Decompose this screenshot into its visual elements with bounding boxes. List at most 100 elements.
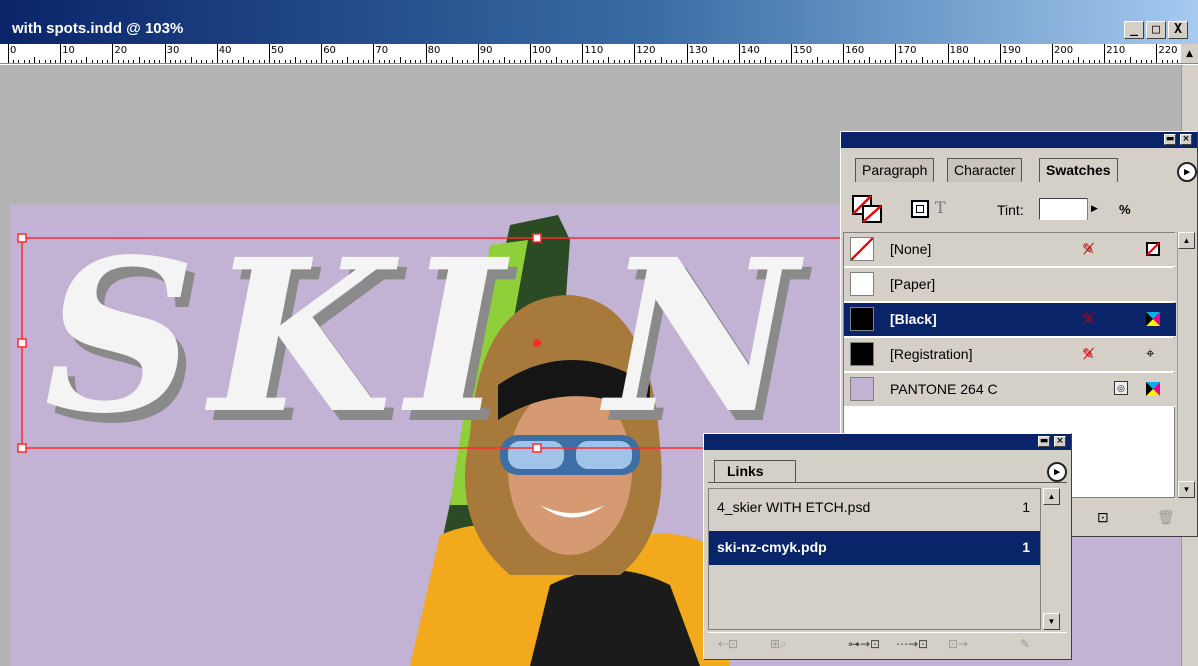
horizontal-ruler[interactable]: 0 10 20 30 40 50 60 70 80 90 100 110 120 130 140 150 160… (0, 44, 1198, 64)
ruler-tick (117, 60, 119, 63)
ruler-tick (848, 60, 850, 63)
ruler-tick (258, 60, 260, 63)
tint-stepper-arrow-icon[interactable]: ▶ (1087, 198, 1101, 220)
link-name: 4_skier WITH ETCH.psd (717, 499, 871, 515)
close-button[interactable]: X (1168, 21, 1188, 39)
ruler-tick (201, 60, 203, 63)
document-title-bar[interactable]: with spots.indd @ 103% _ □ X (0, 0, 1198, 44)
ruler-tick (853, 60, 855, 63)
ruler-tick (446, 60, 448, 63)
ruler-tick (811, 60, 813, 63)
swatch-row-registration[interactable]: [Registration] ✎̸ ⌖ (844, 338, 1176, 372)
go-to-link-icon[interactable]: ⊞⌕ (770, 637, 787, 652)
pencil-icon[interactable]: ✎ (1020, 637, 1030, 651)
maximize-button[interactable]: □ (1146, 21, 1166, 39)
link-row[interactable]: 4_skier WITH ETCH.psd 1 (709, 491, 1040, 525)
links-menu-icon[interactable]: ▸ (1047, 462, 1067, 482)
tab-swatches[interactable]: Swatches (1039, 158, 1118, 182)
ruler-tick (289, 60, 291, 63)
trash-icon[interactable]: 🗑 (1157, 509, 1175, 526)
ruler-tick (1156, 44, 1158, 63)
ruler-tick (1072, 60, 1074, 63)
ruler-tick (54, 60, 56, 63)
paper-swatch-chip (850, 272, 874, 296)
swatch-row-black[interactable]: [Black] ✎̸ (844, 303, 1176, 337)
scroll-up-arrow-icon[interactable]: ▲ (1043, 488, 1060, 505)
ruler-tick (18, 60, 20, 63)
edit-original-icon[interactable]: ⋯→⊡ (896, 637, 928, 651)
ruler-tick (248, 60, 250, 63)
palette-close-button[interactable]: × (1180, 134, 1192, 145)
fill-stroke-icon[interactable] (851, 194, 883, 224)
scroll-down-arrow-icon[interactable]: ▼ (1178, 481, 1195, 498)
tab-character[interactable]: Character (947, 158, 1023, 182)
ruler-tick (613, 60, 615, 63)
swatch-row-pantone[interactable]: PANTONE 264 C ◎ (844, 373, 1176, 407)
links-list-scrollbar[interactable]: ▲ ▼ (1043, 488, 1061, 630)
ruler-tick (587, 60, 589, 63)
ruler-tick (509, 60, 511, 63)
scroll-down-arrow-icon[interactable]: ▼ (1043, 613, 1060, 630)
ruler-tick (1114, 60, 1116, 63)
no-edit-icon: ✎̸ (1082, 311, 1095, 328)
ruler-tick (931, 60, 933, 63)
ruler-tick (107, 60, 109, 63)
links-palette-title-bar[interactable]: ▬ × (704, 434, 1071, 450)
swatch-row-paper[interactable]: [Paper] (844, 268, 1176, 302)
swatch-list-scrollbar[interactable]: ▲ ▼ (1177, 232, 1195, 498)
container-icon[interactable] (911, 200, 929, 218)
update-link-icon[interactable]: ⊶→⊡ (848, 637, 880, 651)
cmyk-icon (1146, 312, 1160, 326)
ruler-tick (112, 44, 114, 63)
ruler-tick (295, 57, 297, 63)
tab-paragraph[interactable]: Paragraph (855, 158, 935, 182)
swatch-name: [Paper] (890, 276, 936, 292)
new-swatch-icon[interactable]: ⊡ (1097, 509, 1109, 526)
ruler-tick (994, 60, 996, 63)
ruler-tick (342, 60, 344, 63)
ruler-tick (269, 44, 270, 63)
ruler-tick (911, 60, 913, 63)
ruler-tick (968, 60, 970, 63)
ruler-tick (989, 60, 991, 63)
ruler-tick (300, 60, 302, 63)
ruler-tick (733, 60, 735, 63)
ruler-tick (128, 60, 130, 63)
ruler-tick (1104, 44, 1106, 63)
ruler-tick (1036, 60, 1038, 63)
ruler-tick (754, 60, 756, 63)
ruler-tick (629, 60, 631, 63)
ruler-tick (331, 60, 333, 63)
embed-link-icon[interactable]: ⊡→ (948, 637, 968, 651)
ruler-tick (1020, 60, 1022, 63)
ruler-label: 90 (479, 45, 493, 56)
ruler-tick (639, 60, 641, 63)
ruler-tick (843, 44, 845, 63)
ruler-tick (222, 60, 224, 63)
ruler-tick (8, 44, 9, 63)
ruler-tick (744, 60, 746, 63)
link-row[interactable]: ski-nz-cmyk.pdp 1 (709, 531, 1040, 565)
ruler-tick (503, 57, 505, 63)
swatches-menu-icon[interactable]: ▸ (1177, 162, 1197, 182)
tab-links[interactable]: Links (714, 460, 796, 482)
scroll-up-arrow-icon[interactable]: ▲ (1181, 44, 1198, 63)
ruler-tick (921, 57, 923, 63)
text-icon[interactable]: T (935, 198, 946, 217)
ruler-tick (75, 60, 77, 63)
ruler-tick (1078, 57, 1080, 63)
palette-minimize-button[interactable]: ▬ (1038, 436, 1050, 447)
palette-minimize-button[interactable]: ▬ (1164, 134, 1176, 145)
relink-icon[interactable]: ⇠⊡ (718, 637, 738, 651)
scroll-up-arrow-icon[interactable]: ▲ (1178, 232, 1195, 249)
ruler-tick (999, 44, 1001, 63)
swatch-row-none[interactable]: [None] ✎̸ (844, 233, 1176, 267)
ruler-label: 80 (427, 45, 441, 56)
ruler-tick (477, 44, 479, 63)
swatches-palette-title-bar[interactable]: ▬ × (841, 132, 1197, 148)
palette-close-button[interactable]: × (1054, 436, 1066, 447)
ruler-tick (676, 60, 678, 63)
ruler-tick (321, 44, 323, 63)
minimize-button[interactable]: _ (1124, 21, 1144, 39)
ruler-tick (347, 57, 349, 63)
